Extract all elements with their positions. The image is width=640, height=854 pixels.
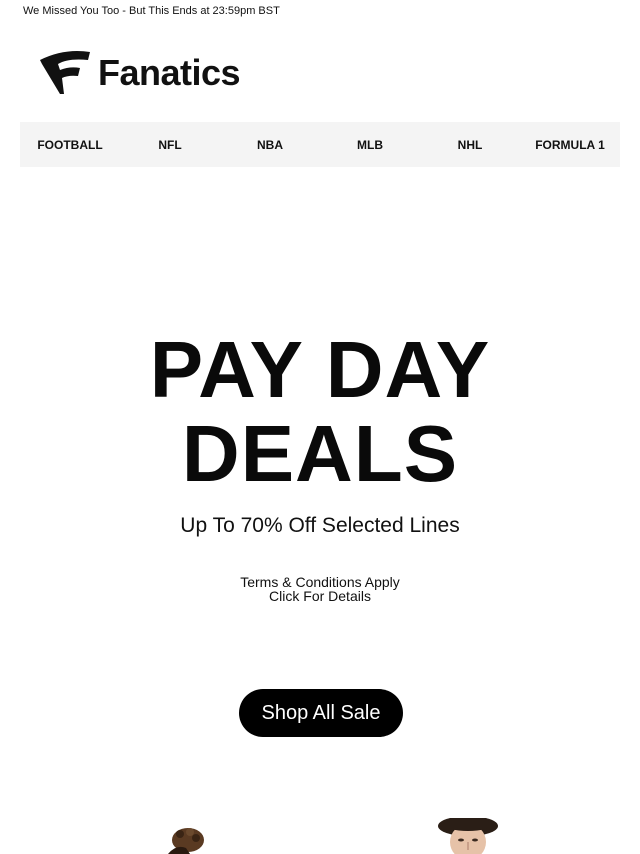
nav-item-nhl[interactable]: NHL [420, 122, 520, 167]
hero-title-line-1: PAY DAY [149, 325, 491, 414]
category-nav: FOOTBALL NFL NBA MLB NHL FORMULA 1 [20, 122, 620, 167]
shop-all-sale-button[interactable]: Shop All Sale [239, 689, 403, 737]
product-image-right[interactable] [434, 818, 502, 854]
preheader-text: We Missed You Too - But This Ends at 23:… [23, 5, 280, 17]
nav-item-mlb[interactable]: MLB [320, 122, 420, 167]
nav-item-football[interactable]: FOOTBALL [20, 122, 120, 167]
model-hair-image [168, 828, 204, 854]
model-face-image [438, 818, 498, 854]
hero-title-line-2: DEALS [181, 409, 459, 498]
nav-item-nba[interactable]: NBA [220, 122, 320, 167]
terms-link[interactable]: Terms & Conditions Apply [0, 575, 640, 589]
fanatics-flag-icon [40, 51, 90, 94]
hero-subtitle: Up To 70% Off Selected Lines [180, 514, 460, 537]
nav-item-formula-1[interactable]: FORMULA 1 [520, 122, 620, 167]
product-image-left[interactable] [160, 826, 210, 854]
fanatics-wordmark: Fanatics [98, 52, 241, 93]
nav-item-nfl[interactable]: NFL [120, 122, 220, 167]
fanatics-logo[interactable]: Fanatics [38, 47, 248, 97]
details-link[interactable]: Click For Details [0, 589, 640, 603]
